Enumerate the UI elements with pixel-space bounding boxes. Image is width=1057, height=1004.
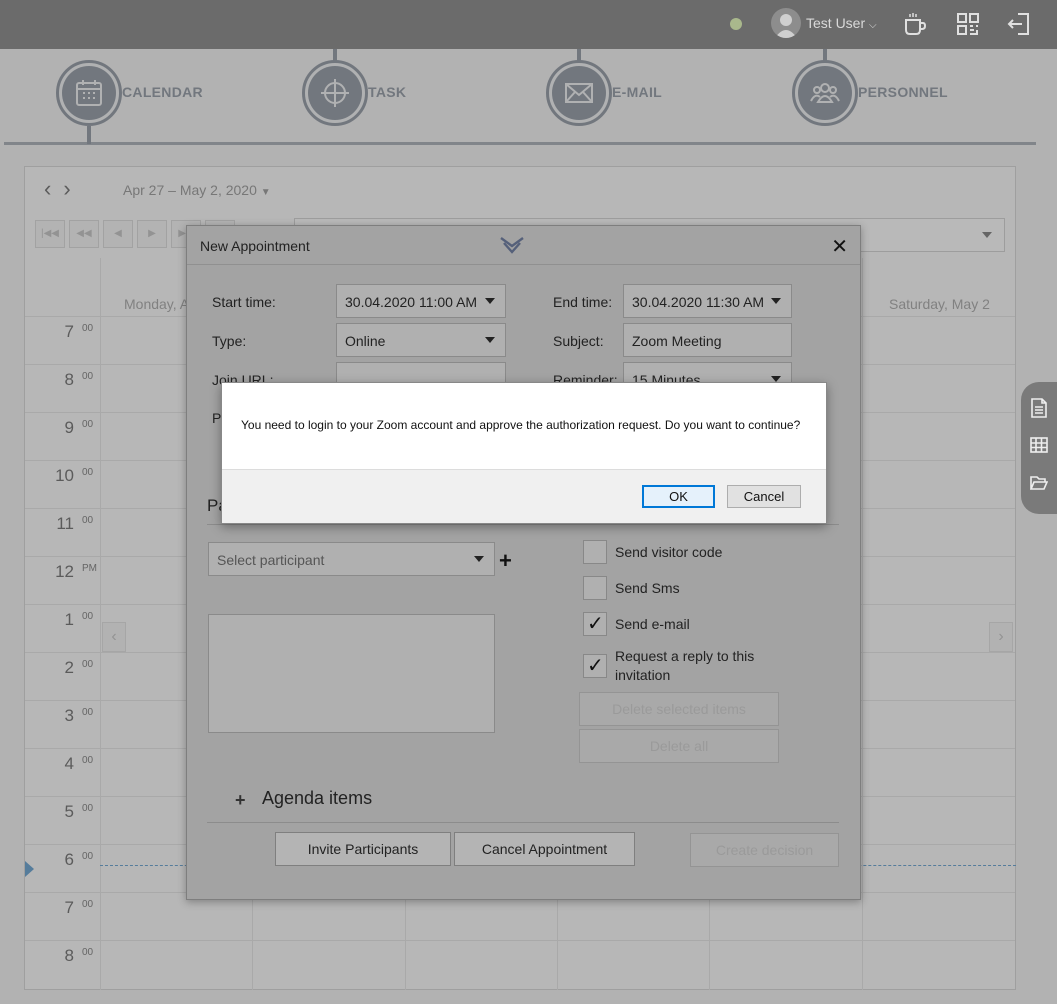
subject-value: Zoom Meeting bbox=[632, 333, 722, 349]
new-appointment-dialog: New Appointment ✕ Start time: 30.04.2020… bbox=[186, 225, 861, 900]
brand-logo bbox=[500, 237, 524, 254]
end-time-value: 30.04.2020 11:30 AM bbox=[632, 294, 765, 310]
password-label: P bbox=[212, 410, 222, 426]
subject-input[interactable]: Zoom Meeting bbox=[623, 323, 792, 357]
end-time-label: End time: bbox=[553, 294, 613, 310]
type-value: Online bbox=[345, 333, 386, 349]
invite-participants-button[interactable]: Invite Participants bbox=[275, 832, 451, 866]
plus-icon[interactable]: + bbox=[235, 790, 246, 811]
subject-label: Subject: bbox=[553, 333, 604, 349]
logout-icon[interactable] bbox=[1006, 11, 1032, 37]
zoom-auth-confirm-dialog: You need to login to your Zoom account a… bbox=[221, 382, 827, 524]
document-icon[interactable] bbox=[1030, 398, 1048, 418]
ok-button[interactable]: OK bbox=[642, 485, 715, 508]
request-reply-line: Request a reply to this bbox=[615, 648, 755, 664]
request-reply-label: Request a reply to this invitation bbox=[615, 647, 754, 685]
add-participant-button[interactable]: + bbox=[499, 548, 512, 574]
send-email-checkbox[interactable] bbox=[583, 611, 607, 636]
agenda-items-toggle[interactable]: Agenda items bbox=[262, 788, 372, 809]
qr-code-icon[interactable] bbox=[955, 11, 981, 37]
create-decision-button[interactable]: Create decision bbox=[690, 833, 839, 867]
coffee-icon[interactable] bbox=[902, 11, 928, 37]
cancel-appointment-button[interactable]: Cancel Appointment bbox=[454, 832, 635, 866]
cancel-button[interactable]: Cancel bbox=[727, 485, 801, 508]
section-separator bbox=[207, 524, 839, 525]
start-time-picker[interactable]: 30.04.2020 11:00 AM bbox=[336, 284, 506, 318]
send-visitor-code-label: Send visitor code bbox=[615, 544, 723, 560]
send-sms-checkbox[interactable] bbox=[583, 576, 607, 600]
chevron-down-icon: ⌵ bbox=[869, 20, 877, 31]
type-select[interactable]: Online bbox=[336, 323, 506, 357]
request-reply-checkbox[interactable] bbox=[583, 653, 607, 678]
delete-selected-button[interactable]: Delete selected items bbox=[579, 692, 779, 726]
user-name: Test User bbox=[806, 15, 866, 31]
table-icon[interactable] bbox=[1030, 436, 1048, 454]
dialog-title: New Appointment bbox=[200, 238, 310, 254]
title-separator bbox=[187, 264, 860, 265]
send-email-label: Send e-mail bbox=[615, 616, 690, 632]
send-sms-label: Send Sms bbox=[615, 580, 680, 596]
end-time-picker[interactable]: 30.04.2020 11:30 AM bbox=[623, 284, 792, 318]
top-bar: Test User ⌵ bbox=[0, 0, 1057, 49]
type-label: Type: bbox=[212, 333, 247, 349]
participant-select[interactable]: Select participant bbox=[208, 542, 495, 576]
user-menu[interactable]: Test User ⌵ bbox=[806, 15, 877, 31]
status-dot bbox=[730, 18, 742, 30]
agenda-separator bbox=[207, 822, 839, 823]
start-time-label: Start time: bbox=[212, 294, 276, 310]
confirm-message: You need to login to your Zoom account a… bbox=[241, 418, 801, 432]
send-visitor-code-checkbox[interactable] bbox=[583, 540, 607, 564]
user-icon[interactable] bbox=[771, 8, 801, 38]
participant-list[interactable] bbox=[208, 614, 495, 733]
request-reply-line: invitation bbox=[615, 667, 671, 683]
confirm-footer: OK Cancel bbox=[222, 469, 826, 523]
start-time-value: 30.04.2020 11:00 AM bbox=[345, 294, 478, 310]
folder-open-icon[interactable] bbox=[1030, 474, 1048, 492]
participant-placeholder: Select participant bbox=[217, 552, 325, 568]
close-icon[interactable]: ✕ bbox=[831, 234, 848, 259]
delete-all-button[interactable]: Delete all bbox=[579, 729, 779, 763]
side-tool-strip bbox=[1021, 382, 1057, 514]
